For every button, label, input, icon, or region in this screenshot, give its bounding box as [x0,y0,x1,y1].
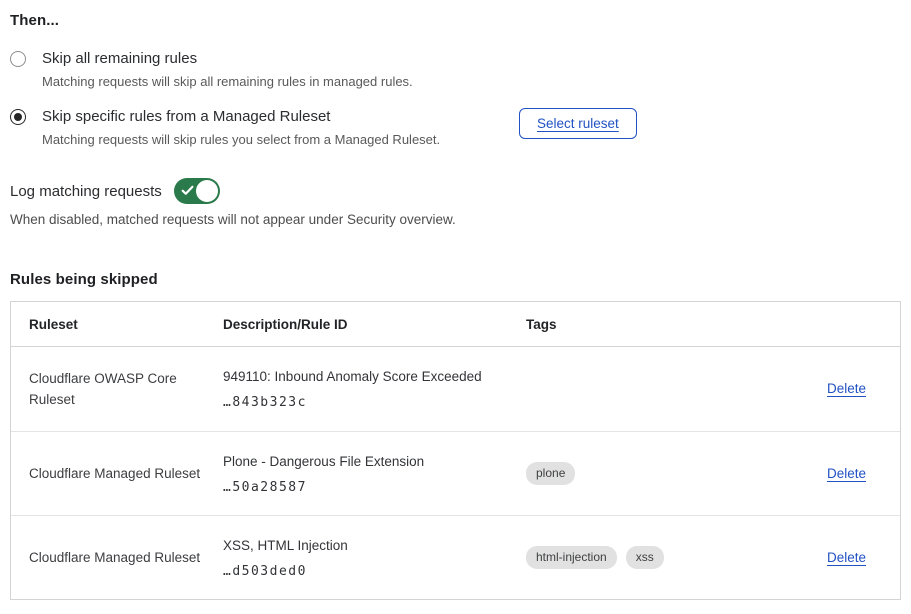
log-matching-help-text: When disabled, matched requests will not… [10,212,901,227]
tag-badge: html-injection [526,546,617,569]
skip-options-group: Skip all remaining rules Matching reques… [10,48,901,149]
toggle-knob [196,180,218,202]
then-heading: Then... [10,12,901,29]
rule-id: …d503ded0 [223,564,526,579]
rules-being-skipped-heading: Rules being skipped [10,271,901,288]
actions-cell: Delete [827,549,900,567]
check-icon [181,184,194,197]
option-skip-specific-rules: Skip specific rules from a Managed Rules… [10,106,901,149]
delete-link[interactable]: Delete [827,466,866,481]
skip-specific-rules-text: Skip specific rules from a Managed Rules… [42,106,440,149]
column-header-ruleset: Ruleset [11,317,223,332]
rules-being-skipped-table: Ruleset Description/Rule ID Tags Cloudfl… [10,301,901,600]
description-cell: Plone - Dangerous File Extension …50a285… [223,453,526,495]
log-matching-toggle[interactable] [174,178,220,204]
log-matching-row: Log matching requests [10,178,901,204]
rule-description: XSS, HTML Injection [223,537,526,555]
table-row: Cloudflare OWASP Core Ruleset 949110: In… [11,347,900,431]
delete-link[interactable]: Delete [827,381,866,396]
tag-badge: plone [526,462,575,485]
rule-id: …50a28587 [223,480,526,495]
tag-badge: xss [626,546,664,569]
skip-all-remaining-label: Skip all remaining rules [42,48,413,70]
skip-all-remaining-text: Skip all remaining rules Matching reques… [42,48,413,91]
log-matching-label: Log matching requests [10,183,162,200]
option-skip-all-remaining: Skip all remaining rules Matching reques… [10,48,901,91]
column-header-tags: Tags [526,317,816,332]
ruleset-name: Cloudflare OWASP Core Ruleset [11,368,223,410]
skip-specific-rules-label: Skip specific rules from a Managed Rules… [42,106,440,128]
skip-specific-rules-radio[interactable] [10,109,26,125]
skip-all-remaining-radio[interactable] [10,51,26,67]
table-row: Cloudflare Managed Ruleset XSS, HTML Inj… [11,515,900,599]
ruleset-name: Cloudflare Managed Ruleset [11,547,223,568]
select-ruleset-button[interactable]: Select ruleset [519,108,637,139]
delete-link[interactable]: Delete [827,550,866,565]
skip-specific-rules-description: Matching requests will skip rules you se… [42,131,440,149]
actions-cell: Delete [827,380,900,398]
table-header-row: Ruleset Description/Rule ID Tags [11,302,900,347]
ruleset-name: Cloudflare Managed Ruleset [11,463,223,484]
rule-id: …843b323c [223,395,526,410]
column-header-description-rule-id: Description/Rule ID [223,317,526,332]
tags-cell: html-injection xss [526,546,816,569]
rule-description: Plone - Dangerous File Extension [223,453,526,471]
skip-all-remaining-description: Matching requests will skip all remainin… [42,73,413,91]
skip-rule-configuration-page: Then... Skip all remaining rules Matchin… [0,0,911,600]
rule-description: 949110: Inbound Anomaly Score Exceeded [223,368,526,386]
actions-cell: Delete [827,465,900,483]
table-row: Cloudflare Managed Ruleset Plone - Dange… [11,431,900,515]
description-cell: 949110: Inbound Anomaly Score Exceeded …… [223,368,526,410]
tags-cell: plone [526,462,816,485]
description-cell: XSS, HTML Injection …d503ded0 [223,537,526,579]
